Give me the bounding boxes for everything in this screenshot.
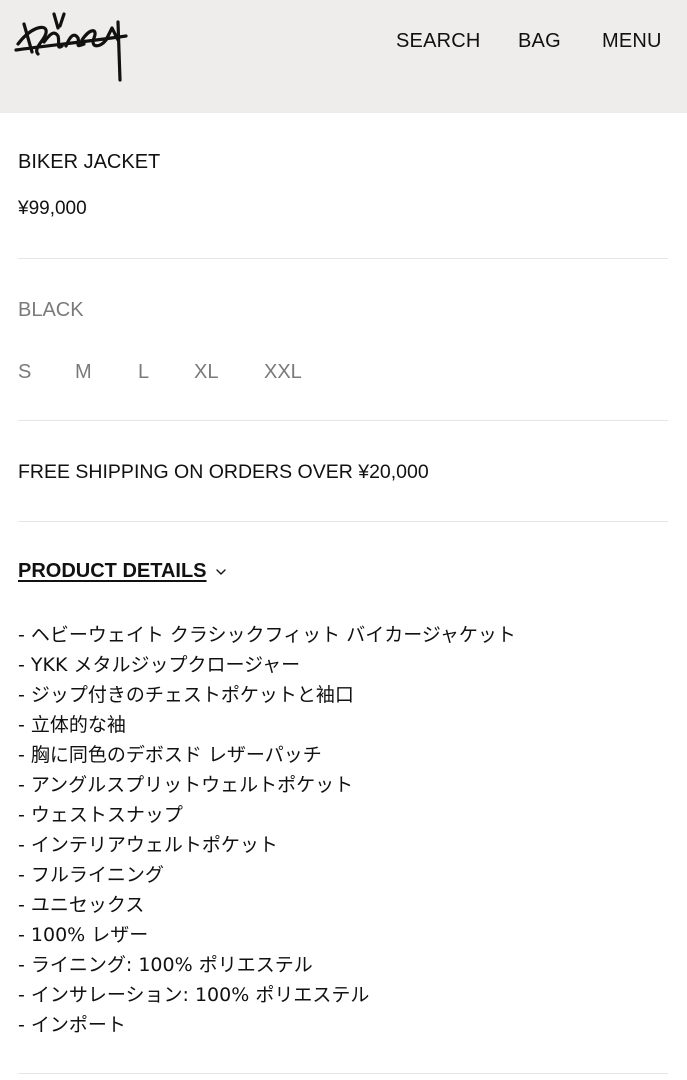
divider	[18, 258, 668, 259]
size-option-xxl[interactable]: XXL	[264, 361, 302, 384]
details-list-item: - アングルスプリットウェルトポケット	[18, 774, 354, 796]
size-option-xl[interactable]: XL	[194, 361, 218, 384]
size-option-m[interactable]: M	[75, 361, 92, 384]
product-details-toggle[interactable]: PRODUCT DETAILS	[18, 560, 227, 583]
chevron-down-icon	[215, 568, 226, 575]
nav-bag-link[interactable]: BAG	[518, 30, 561, 53]
details-list-item: - ユニセックス	[18, 894, 145, 916]
details-list-item: - 100% レザー	[18, 924, 149, 946]
details-list-item: - YKK メタルジップクロージャー	[18, 654, 301, 676]
size-option-l[interactable]: L	[138, 361, 149, 384]
site-header: SEARCH BAG MENU	[0, 0, 687, 113]
size-option-s[interactable]: S	[18, 361, 31, 384]
details-list-item: - フルライニング	[18, 864, 164, 886]
product-title: BIKER JACKET	[18, 151, 161, 173]
details-list-item: - 立体的な袖	[18, 714, 126, 736]
product-details-label: PRODUCT DETAILS	[18, 560, 207, 582]
divider	[18, 420, 668, 421]
nav-search-link[interactable]: SEARCH	[396, 30, 481, 53]
details-list-item: - インテリアウェルトポケット	[18, 834, 278, 856]
product-color: BLACK	[18, 299, 84, 321]
nav-menu-link[interactable]: MENU	[602, 30, 662, 53]
details-list-item: - 胸に同色のデボスド レザーパッチ	[18, 744, 322, 766]
details-list-item: - ヘビーウェイト クラシックフィット バイカージャケット	[18, 624, 516, 646]
divider	[18, 521, 668, 522]
details-list-item: - インポート	[18, 1014, 126, 1036]
details-list-item: - インサレーション: 100% ポリエステル	[18, 984, 370, 1006]
stussy-logo[interactable]	[14, 6, 132, 84]
details-list-item: - ジップ付きのチェストポケットと袖口	[18, 684, 354, 706]
product-price: ¥99,000	[18, 198, 87, 219]
details-list-item: - ライニング: 100% ポリエステル	[18, 954, 313, 976]
shipping-notice: FREE SHIPPING ON ORDERS OVER ¥20,000	[18, 461, 429, 483]
divider	[18, 1073, 668, 1074]
product-details-list: - ヘビーウェイト クラシックフィット バイカージャケット - YKK メタルジ…	[18, 620, 516, 1040]
details-list-item: - ウェストスナップ	[18, 804, 183, 826]
